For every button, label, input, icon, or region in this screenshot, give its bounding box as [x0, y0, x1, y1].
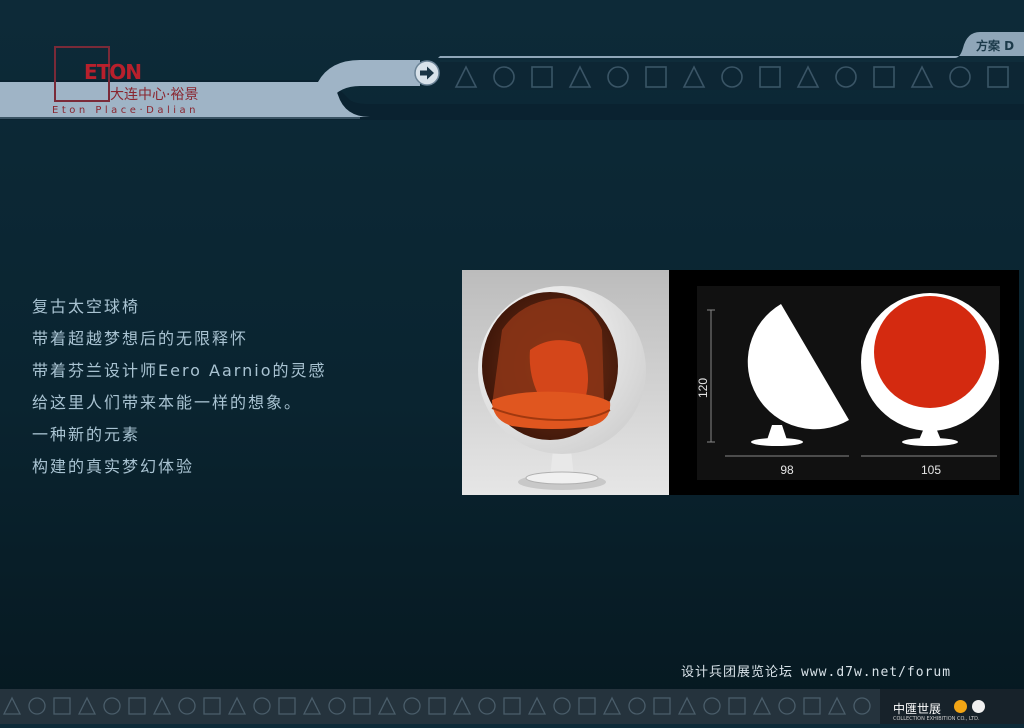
circle-shape-icon [478, 697, 496, 715]
ball-chair-photo [462, 270, 669, 495]
circle-shape-icon [553, 697, 571, 715]
square-shape-icon [203, 697, 221, 715]
triangle-shape-icon [377, 696, 397, 715]
description-line: 给这里人们带来本能一样的想象。 [32, 393, 303, 412]
square-shape-icon [128, 697, 146, 715]
plan-label: 方案 D [976, 39, 1015, 53]
triangle-shape-icon [752, 696, 772, 715]
triangle-shape-icon [452, 696, 472, 715]
footer-shape-pattern [2, 696, 871, 715]
square-shape-icon [278, 697, 296, 715]
triangle-shape-icon [677, 696, 697, 715]
circle-shape-icon [778, 697, 796, 715]
description-line: 带着超越梦想后的无限释怀 [32, 329, 249, 348]
arrow-right-icon[interactable] [414, 60, 440, 86]
square-shape-icon [653, 697, 671, 715]
circle-shape-icon [253, 697, 271, 715]
square-shape-icon [503, 697, 521, 715]
description-line: 复古太空球椅 [32, 297, 141, 316]
company-name-cn: 中匯世展 [893, 702, 942, 716]
logo-mark: ETON [84, 60, 142, 84]
circle-shape-icon [328, 697, 346, 715]
square-shape-icon [53, 697, 71, 715]
description-line: 带着芬兰设计师Eero Aarnio的灵感 [32, 361, 327, 380]
triangle-shape-icon [602, 696, 622, 715]
square-shape-icon [803, 697, 821, 715]
triangle-shape-icon [227, 696, 247, 715]
height-label: 120 [696, 378, 710, 398]
circle-shape-icon [628, 697, 646, 715]
footer-bar [0, 689, 1024, 724]
front-width-label: 105 [921, 463, 941, 477]
triangle-shape-icon [302, 696, 322, 715]
triangle-shape-icon [827, 696, 847, 715]
circle-shape-icon [103, 697, 121, 715]
square-shape-icon [578, 697, 596, 715]
square-shape-icon [353, 697, 371, 715]
white-dot-icon [972, 700, 985, 713]
description-line: 一种新的元素 [32, 425, 141, 444]
side-width-label: 98 [780, 463, 794, 477]
brand-name-en: Eton Place·Dalian [52, 105, 199, 116]
square-shape-icon [428, 697, 446, 715]
circle-shape-icon [178, 697, 196, 715]
description-line: 构建的真实梦幻体验 [32, 457, 195, 476]
brand-name-cn: 大连中心·裕景 [110, 87, 199, 103]
circle-shape-icon [28, 697, 46, 715]
watermark: 设计兵团展览论坛 www.d7w.net/forum [681, 661, 951, 680]
triangle-shape-icon [152, 696, 172, 715]
ball-chair-diagram: 120 98 105 [669, 270, 1019, 495]
circle-shape-icon [403, 697, 421, 715]
description-block: 复古太空球椅 带着超越梦想后的无限释怀 带着芬兰设计师Eero Aarnio的灵… [32, 294, 326, 486]
orange-dot-icon [954, 700, 967, 713]
watermark-url[interactable]: www.d7w.net/forum [801, 665, 951, 680]
company-name-en: COLLECTION EXHIBITION CO., LTD. [893, 716, 980, 722]
circle-shape-icon [853, 697, 871, 715]
triangle-shape-icon [2, 696, 22, 715]
triangle-shape-icon [527, 696, 547, 715]
circle-shape-icon [703, 697, 721, 715]
square-shape-icon [728, 697, 746, 715]
watermark-text: 设计兵团展览论坛 [681, 665, 794, 680]
triangle-shape-icon [77, 696, 97, 715]
